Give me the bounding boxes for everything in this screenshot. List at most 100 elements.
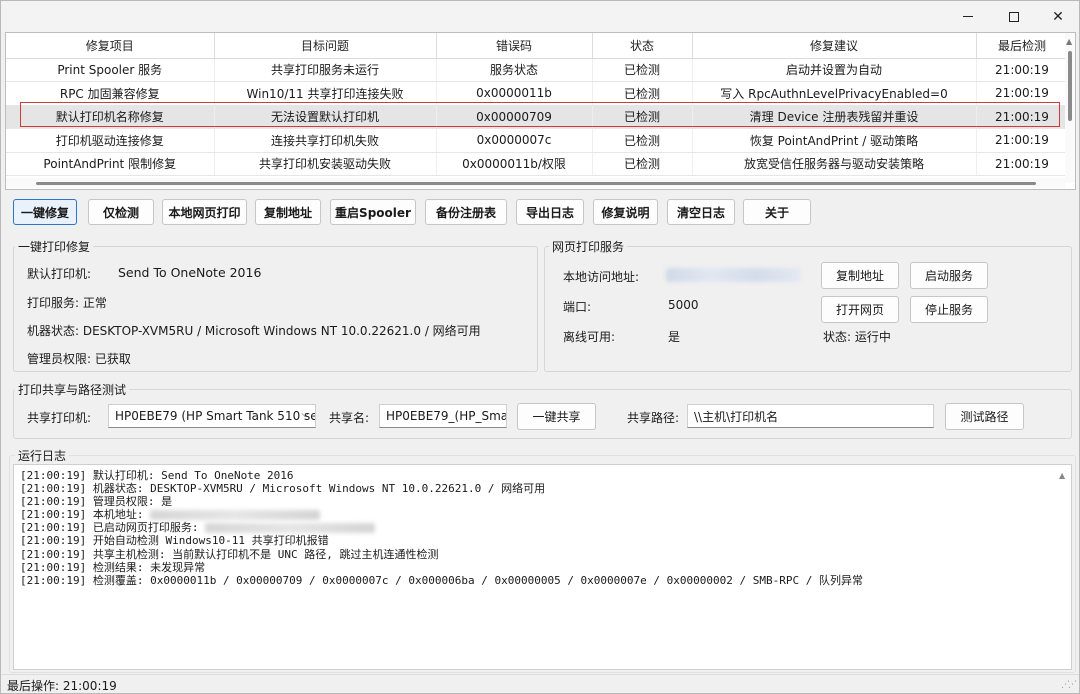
maximize-button[interactable] — [991, 1, 1037, 32]
table-cell: 21:00:19 — [976, 128, 1069, 153]
table-cell: 默认打印机名称修复 — [6, 105, 215, 129]
default-printer-value: Send To OneNote 2016 — [118, 265, 262, 280]
log-line: [21:00:19] 开始自动检测 Windows10-11 共享打印机报错 — [20, 534, 1065, 547]
scrollbar-thumb[interactable] — [1068, 51, 1072, 121]
fix-items-table[interactable]: 修复项目 目标问题 错误码 状态 修复建议 最后检测 Print Spooler 服务 共享… — [5, 32, 1076, 190]
table-vertical-scrollbar[interactable]: ▲ — [1065, 33, 1075, 183]
one-click-share-button[interactable]: 一键共享 — [517, 403, 596, 430]
local-web-print-button[interactable]: 本地网页打印 — [162, 199, 247, 225]
detect-only-button[interactable]: 仅检测 — [88, 199, 154, 225]
web-print-panel-title: 网页打印服务 — [549, 238, 628, 255]
log-line-text: [21:00:19] 共享主机检测: 当前默认打印机不是 UNC 路径, 跳过主… — [20, 547, 439, 561]
shared-printer-select[interactable]: HP0EBE79 (HP Smart Tank 510 se ⌵ — [108, 404, 316, 428]
table-cell: 启动并设置为自动 — [692, 58, 977, 82]
table-cell: 21:00:19 — [976, 58, 1069, 82]
backup-registry-button[interactable]: 备份注册表 — [425, 199, 507, 225]
table-cell: 打印机驱动连接修复 — [6, 128, 215, 153]
start-service-button[interactable]: 启动服务 — [910, 262, 988, 289]
table-cell: 已检测 — [592, 152, 693, 176]
test-path-button[interactable]: 测试路径 — [945, 403, 1024, 430]
status-bar: 最后操作: 21:00:19 — [1, 674, 1079, 693]
table-cell: 0x0000007c — [436, 128, 593, 153]
log-line: [21:00:19] 管理员权限: 是 — [20, 495, 1065, 508]
log-line-text: [21:00:19] 已启动网页打印服务: — [20, 521, 199, 535]
column-header[interactable]: 修复建议 — [692, 33, 977, 59]
port-value: 5000 — [668, 298, 699, 312]
redacted-address — [205, 523, 376, 534]
local-address-value-redacted — [666, 268, 801, 282]
clear-log-button[interactable]: 清空日志 — [667, 199, 735, 225]
about-button[interactable]: 关于 — [743, 199, 811, 225]
table-row[interactable]: RPC 加固兼容修复 Win10/11 共享打印连接失败 0x0000011b 已检测… — [6, 81, 1069, 106]
stop-service-button[interactable]: 停止服务 — [910, 296, 988, 323]
admin-status: 管理员权限: 已获取 — [27, 352, 131, 366]
scroll-up-icon[interactable]: ▲ — [1066, 37, 1072, 46]
export-log-button[interactable]: 导出日志 — [516, 199, 584, 225]
share-name-input[interactable]: HP0EBE79_(HP_Smart_ — [379, 404, 507, 428]
table-cell: 共享打印服务未运行 — [214, 58, 437, 82]
copy-address-button[interactable]: 复制地址 — [255, 199, 321, 225]
open-page-button[interactable]: 打开网页 — [821, 296, 899, 323]
minimize-button[interactable] — [945, 1, 991, 32]
print-service-status: 打印服务: 正常 — [27, 296, 107, 310]
port-label: 端口: — [563, 300, 592, 314]
chevron-down-icon: ⌵ — [301, 409, 309, 420]
share-name-label: 共享名: — [329, 411, 370, 425]
column-header[interactable]: 修复项目 — [6, 33, 215, 59]
local-address-label: 本地访问地址: — [563, 270, 640, 284]
table-cell: PointAndPrint 限制修复 — [6, 152, 215, 176]
web-copy-address-button[interactable]: 复制地址 — [821, 262, 899, 289]
offline-value: 是 — [668, 330, 681, 344]
table-row[interactable]: 默认打印机名称修复 无法设置默认打印机 0x00000709 已检测 清理 Device… — [6, 105, 1069, 129]
offline-label: 离线可用: — [563, 330, 616, 344]
shared-printer-label: 共享打印机: — [27, 411, 92, 425]
close-icon: ✕ — [1052, 8, 1064, 25]
share-panel-title: 打印共享与路径测试 — [15, 381, 130, 398]
table-cell: 无法设置默认打印机 — [214, 105, 437, 129]
table-cell: 恢复 PointAndPrint / 驱动策略 — [692, 128, 977, 153]
one-click-fix-button[interactable]: 一键修复 — [13, 199, 77, 225]
column-header[interactable]: 最后检测 — [976, 33, 1069, 59]
log-line: [21:00:19] 共享主机检测: 当前默认打印机不是 UNC 路径, 跳过主… — [20, 548, 1065, 561]
table-cell: 写入 RpcAuthnLevelPrivacyEnabled=0 — [692, 81, 977, 106]
log-line-text: [21:00:19] 本机地址: — [20, 508, 144, 522]
scroll-up-icon[interactable]: ▲ — [1059, 471, 1065, 480]
table-cell: 21:00:19 — [976, 81, 1069, 106]
table-cell: RPC 加固兼容修复 — [6, 81, 215, 106]
log-line-text: [21:00:19] 检测覆盖: 0x0000011b / 0x00000709… — [20, 573, 863, 587]
table-cell: 放宽受信任服务器与驱动安装策略 — [692, 152, 977, 176]
table-cell: 21:00:19 — [976, 105, 1069, 129]
default-printer-label: 默认打印机: — [27, 267, 92, 281]
table-cell: Win10/11 共享打印连接失败 — [214, 81, 437, 106]
resize-grip-icon[interactable]: ⋰⋰ — [1061, 680, 1077, 690]
fix-help-button[interactable]: 修复说明 — [593, 199, 658, 225]
table-row[interactable]: 打印机驱动连接修复 连接共享打印机失败 0x0000007c 已检测 恢复 PointA… — [6, 128, 1069, 153]
scrollbar-thumb[interactable] — [36, 182, 1036, 185]
log-line-text: [21:00:19] 检测结果: 未发现异常 — [20, 560, 206, 574]
column-header[interactable]: 目标问题 — [214, 33, 437, 59]
table-cell: 21:00:19 — [976, 152, 1069, 176]
log-textarea[interactable]: [21:00:19] 默认打印机: Send To OneNote 2016 [2… — [13, 464, 1072, 670]
table-cell: 0x0000011b/权限 — [436, 152, 593, 176]
table-cell: 服务状态 — [436, 58, 593, 82]
table-row[interactable]: Print Spooler 服务 共享打印服务未运行 服务状态 已检测 启动并设置为自动… — [6, 58, 1069, 82]
table-cell: 清理 Device 注册表残留并重设 — [692, 105, 977, 129]
table-cell: 0x00000709 — [436, 105, 593, 129]
close-button[interactable]: ✕ — [1035, 1, 1080, 32]
table-horizontal-scrollbar[interactable] — [6, 178, 1065, 188]
shared-printer-value: HP0EBE79 (HP Smart Tank 510 se — [115, 409, 316, 423]
table-row[interactable]: PointAndPrint 限制修复 共享打印机安装驱动失败 0x0000011b/… — [6, 152, 1069, 176]
share-path-input[interactable]: \\主机\打印机名 — [687, 404, 934, 428]
table-cell: 已检测 — [592, 105, 693, 129]
minimize-icon — [963, 16, 973, 17]
column-header[interactable]: 错误码 — [436, 33, 593, 59]
log-panel-title: 运行日志 — [15, 447, 70, 464]
fix-panel-title: 一键打印修复 — [15, 238, 94, 255]
table-cell: 已检测 — [592, 128, 693, 153]
redacted-address — [150, 510, 321, 521]
log-line: [21:00:19] 默认打印机: Send To OneNote 2016 — [20, 469, 1065, 482]
restart-spooler-button[interactable]: 重启Spooler — [330, 199, 416, 225]
log-line: [21:00:19] 已启动网页打印服务: — [20, 521, 1065, 534]
column-header[interactable]: 状态 — [592, 33, 693, 59]
log-line-text: [21:00:19] 机器状态: DESKTOP-XVM5RU / Micros… — [20, 482, 546, 496]
